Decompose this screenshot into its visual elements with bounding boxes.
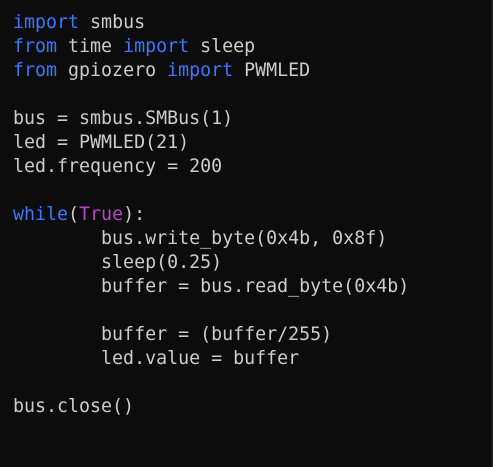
- code-token: time: [57, 36, 124, 57]
- code-view[interactable]: import smbus from time import sleep from g…: [13, 11, 409, 419]
- code-token: PWMLED: [233, 60, 311, 81]
- code-token: smbus: [79, 12, 146, 33]
- code-token: buffer = bus.read_byte(0x4b): [13, 276, 410, 297]
- code-line: bus.close(): [13, 395, 409, 419]
- code-line: led.value = buffer: [13, 347, 409, 371]
- code-token: led.frequency = 200: [13, 156, 223, 177]
- code-token: sleep: [189, 36, 256, 57]
- code-line: while(True):: [13, 203, 409, 227]
- code-line: sleep(0.25): [13, 251, 409, 275]
- code-keyword-token: import: [13, 12, 80, 33]
- code-keyword-token: import: [167, 60, 234, 81]
- code-token: bus.write_byte(0x4b, 0x8f): [13, 228, 388, 249]
- code-constant-token: True: [79, 204, 124, 225]
- code-line: import smbus: [13, 11, 409, 35]
- code-line: led.frequency = 200: [13, 155, 409, 179]
- code-line: buffer = (buffer/255): [13, 323, 409, 347]
- code-keyword-token: import: [123, 36, 190, 57]
- code-token: sleep(0.25): [13, 252, 223, 273]
- code-line: from time import sleep: [13, 35, 409, 59]
- code-token: bus = smbus.SMBus(1): [13, 108, 234, 129]
- code-token: led = PWMLED(21): [13, 132, 190, 153]
- code-token: buffer = (buffer/255): [13, 324, 333, 345]
- code-token: bus.close(): [13, 396, 135, 417]
- code-line: from gpiozero import PWMLED: [13, 59, 409, 83]
- code-token: gpiozero: [57, 60, 168, 81]
- code-token: ):: [123, 204, 146, 225]
- code-token: (: [68, 204, 80, 225]
- code-line: bus = smbus.SMBus(1): [13, 107, 409, 131]
- terminal-window[interactable]: import smbus from time import sleep from g…: [0, 0, 493, 467]
- code-keyword-token: from: [13, 36, 58, 57]
- code-line: bus.write_byte(0x4b, 0x8f): [13, 227, 409, 251]
- code-token: led.value = buffer: [13, 348, 300, 369]
- code-line: led = PWMLED(21): [13, 131, 409, 155]
- code-keyword-token: while: [13, 204, 69, 225]
- code-keyword-token: from: [13, 60, 58, 81]
- code-line: buffer = bus.read_byte(0x4b): [13, 275, 409, 299]
